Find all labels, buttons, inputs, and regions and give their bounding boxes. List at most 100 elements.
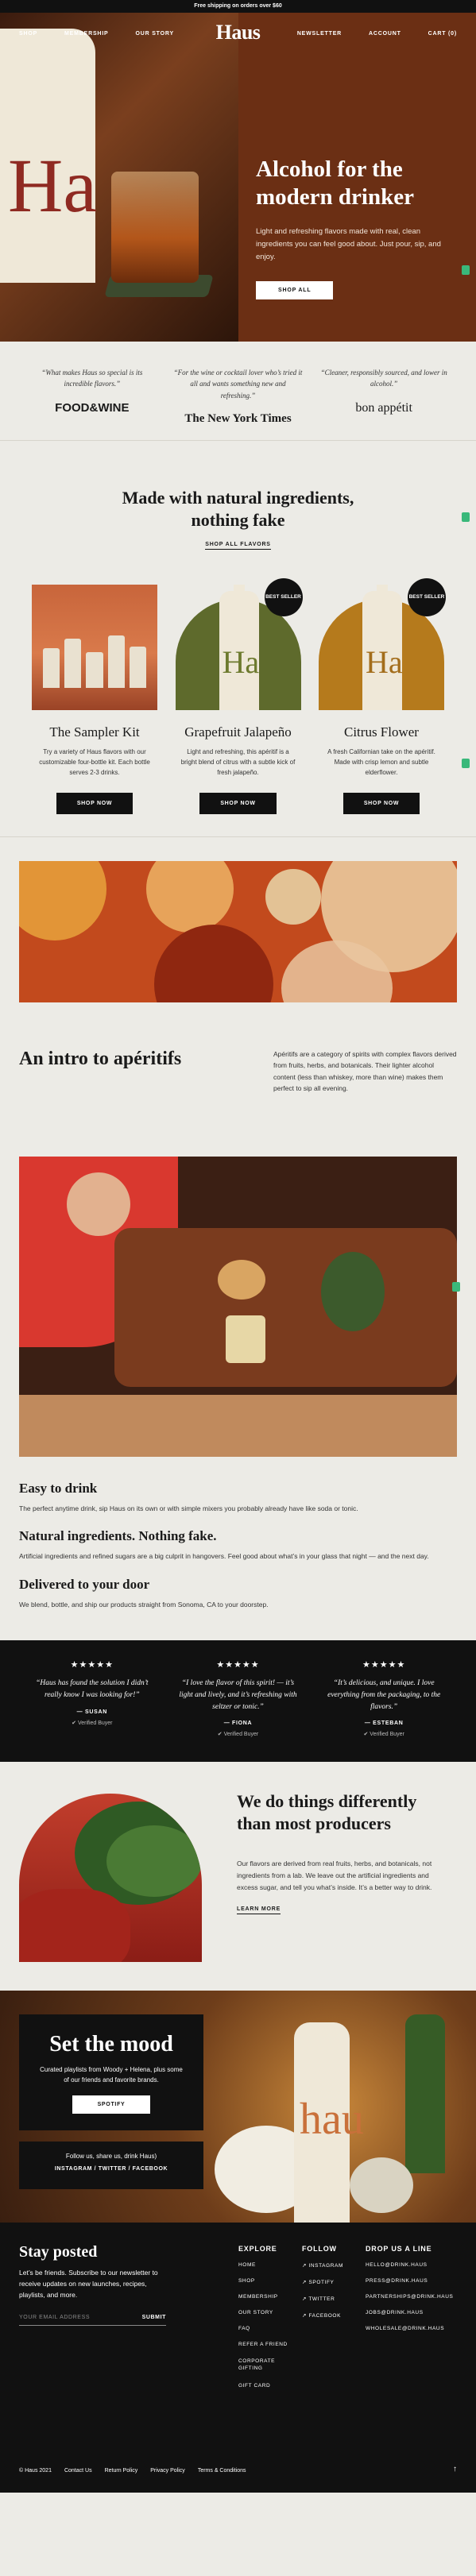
- shop-all-flavors-link[interactable]: SHOP ALL FLAVORS: [205, 542, 271, 550]
- feature-title: Natural ingredients. Nothing fake.: [19, 1528, 217, 1544]
- reviews-section: ★★★★★ “Haus has found the solution I did…: [0, 1640, 476, 1763]
- side-widget-tab[interactable]: [462, 759, 470, 768]
- verified-label: Verified Buyer: [77, 1720, 113, 1726]
- facebook-link[interactable]: ↗ FACEBOOK: [302, 2312, 343, 2319]
- review-text: “It’s delicious, and unique. I love ever…: [327, 1679, 441, 1711]
- social-links[interactable]: INSTAGRAM / TWITTER / FACEBOOK: [19, 2166, 203, 2172]
- footer-link[interactable]: CORPORATE GIFTING: [238, 2358, 286, 2372]
- intro-section: An intro to apéritifs Apéritifs are a ca…: [0, 837, 476, 1157]
- footer-link[interactable]: SHOP: [238, 2278, 288, 2284]
- product-description: A fresh Californian take on the apéritif…: [327, 748, 435, 777]
- press-quote: “What makes Haus so special is its incre…: [41, 369, 143, 388]
- footer-link[interactable]: REFER A FRIEND: [238, 2342, 288, 2347]
- verified-label: Verified Buyer: [223, 1732, 259, 1738]
- feature-title: Easy to drink: [19, 1481, 98, 1496]
- verified-label: Verified Buyer: [370, 1732, 404, 1738]
- email-link[interactable]: PRESS@DRINK.HAUS: [366, 2278, 453, 2284]
- side-widget-tab[interactable]: [462, 265, 470, 275]
- review-card: ★★★★★ “It’s delicious, and unique. I lov…: [311, 1659, 457, 1762]
- feature-body: We blend, bottle, and ship our products …: [19, 1600, 269, 1609]
- submit-button[interactable]: SUBMIT: [142, 2315, 166, 2320]
- back-to-top-icon[interactable]: ↑: [453, 2465, 457, 2474]
- hero-bottle-label: Ha: [8, 143, 97, 228]
- star-rating-icon: ★★★★★: [216, 1660, 260, 1670]
- lifestyle-section: Easy to drink The perfect anytime drink,…: [0, 1157, 476, 1610]
- haus-logo[interactable]: Haus: [216, 21, 261, 44]
- main-nav: SHOP MEMBERSHIP OUR STORY Haus NEWSLETTE…: [0, 13, 476, 54]
- email-link[interactable]: WHOLESALE@DRINK.HAUS: [366, 2326, 453, 2331]
- product-description: Try a variety of Haus flavors with our c…: [39, 748, 150, 777]
- review-text: “I love the flavor of this spirit! — it’…: [179, 1679, 297, 1711]
- nyt-logo: The New York Times: [184, 412, 292, 426]
- bottle-label: Ha: [222, 644, 260, 680]
- reviewer-name: — SUSAN: [76, 1709, 108, 1715]
- shop-now-button[interactable]: SHOP NOW: [342, 792, 420, 814]
- instagram-link[interactable]: ↗ INSTAGRAM: [302, 2262, 343, 2269]
- product-card-grapefruit-jalapeno: BEST SELLER Ha Grapefruit Jalapeño Light…: [175, 578, 303, 814]
- contact-link[interactable]: Contact Us: [64, 2468, 92, 2474]
- nav-shop[interactable]: SHOP: [19, 31, 37, 37]
- best-seller-badge: BEST SELLER: [264, 578, 303, 616]
- privacy-policy-link[interactable]: Privacy Policy: [150, 2468, 185, 2474]
- side-widget-tab[interactable]: [462, 512, 470, 522]
- press-quote: “For the wine or cocktail lover who’s tr…: [173, 369, 303, 400]
- press-item: “For the wine or cocktail lover who’s tr…: [165, 367, 312, 440]
- hero-bottle: Ha: [0, 29, 97, 283]
- footer-link[interactable]: OUR STORY: [238, 2310, 288, 2315]
- footer-link[interactable]: GIFT CARD: [238, 2383, 288, 2389]
- verified-buyer: ✔ Verified Buyer: [363, 1732, 404, 1738]
- mood-title: Set the mood: [49, 2032, 173, 2057]
- side-widget-tab[interactable]: [452, 1282, 460, 1292]
- intro-title: An intro to apéritifs: [19, 1049, 182, 1069]
- footer-explore: EXPLORE HOME SHOP MEMBERSHIP OUR STORY F…: [238, 2245, 288, 2398]
- footer-link[interactable]: HOME: [238, 2262, 288, 2268]
- nav-our-story[interactable]: OUR STORY: [136, 31, 174, 37]
- shop-now-button[interactable]: SHOP NOW: [199, 792, 277, 814]
- bottle-label: hau: [300, 2095, 364, 2145]
- sampler-kit-image[interactable]: [32, 585, 157, 710]
- spotify-link[interactable]: ↗ SPOTIFY: [302, 2279, 343, 2285]
- product-card-sampler: The Sampler Kit Try a variety of Haus fl…: [32, 585, 157, 814]
- feature-block: Easy to drink The perfect anytime drink,…: [19, 1481, 457, 1514]
- party-photo: [19, 1157, 457, 1457]
- product-name[interactable]: Grapefruit Jalapeño: [176, 724, 301, 740]
- nav-newsletter[interactable]: NEWSLETTER: [297, 31, 342, 37]
- email-link[interactable]: PARTNERSHIPS@DRINK.HAUS: [366, 2294, 453, 2300]
- twitter-link[interactable]: ↗ TWITTER: [302, 2296, 343, 2302]
- email-placeholder[interactable]: YOUR EMAIL ADDRESS: [19, 2315, 90, 2320]
- footer-heading: FOLLOW: [302, 2245, 337, 2254]
- feature-block: Delivered to your door We blend, bottle,…: [19, 1577, 457, 1610]
- footer-link[interactable]: MEMBERSHIP: [238, 2294, 288, 2300]
- footer-bottom-bar: © Haus 2021 Contact Us Return Policy Pri…: [19, 2468, 246, 2474]
- footer-contact: DROP US A LINE HELLO@DRINK.HAUS PRESS@DR…: [366, 2245, 453, 2342]
- spotify-button[interactable]: SPOTIFY: [72, 2095, 151, 2114]
- shop-now-button[interactable]: SHOP NOW: [56, 792, 134, 814]
- feature-body: The perfect anytime drink, sip Haus on i…: [19, 1504, 358, 1512]
- hero-image: Ha: [0, 13, 238, 342]
- verified-buyer: ✔ Verified Buyer: [72, 1720, 113, 1726]
- footer-link[interactable]: FAQ: [238, 2326, 288, 2331]
- nav-account[interactable]: ACCOUNT: [369, 31, 401, 37]
- shop-all-button[interactable]: SHOP ALL: [256, 281, 334, 300]
- nav-membership[interactable]: MEMBERSHIP: [64, 31, 108, 37]
- products-title: Made with natural ingredients, nothing f…: [122, 488, 354, 530]
- terms-link[interactable]: Terms & Conditions: [198, 2468, 246, 2474]
- hero-section: Ha SHOP MEMBERSHIP OUR STORY Haus NEWSLE…: [0, 13, 476, 342]
- nav-cart[interactable]: CART (0): [428, 31, 457, 37]
- press-item: “What makes Haus so special is its incre…: [19, 367, 165, 440]
- hero-title: Alcohol for the modern drinker: [256, 156, 414, 210]
- learn-more-link[interactable]: LEARN MORE: [237, 1906, 281, 1914]
- email-link[interactable]: JOBS@DRINK.HAUS: [366, 2310, 453, 2315]
- intro-text: Apéritifs are a category of spirits with…: [273, 1050, 457, 1093]
- ingredients-arch-image: [19, 1794, 202, 1963]
- different-body: Our flavors are derived from real fruits…: [237, 1860, 432, 1892]
- product-name[interactable]: The Sampler Kit: [32, 724, 157, 740]
- best-seller-badge: BEST SELLER: [408, 578, 446, 616]
- playlist-card: Set the mood Curated playlists from Wood…: [19, 2014, 203, 2131]
- product-name[interactable]: Citrus Flower: [319, 724, 444, 740]
- reviewer-name: — ESTEBAN: [364, 1721, 404, 1727]
- different-section: We do things differently than most produ…: [0, 1762, 476, 1991]
- email-field[interactable]: YOUR EMAIL ADDRESS SUBMIT: [19, 2315, 166, 2327]
- email-link[interactable]: HELLO@DRINK.HAUS: [366, 2262, 453, 2268]
- return-policy-link[interactable]: Return Policy: [105, 2468, 138, 2474]
